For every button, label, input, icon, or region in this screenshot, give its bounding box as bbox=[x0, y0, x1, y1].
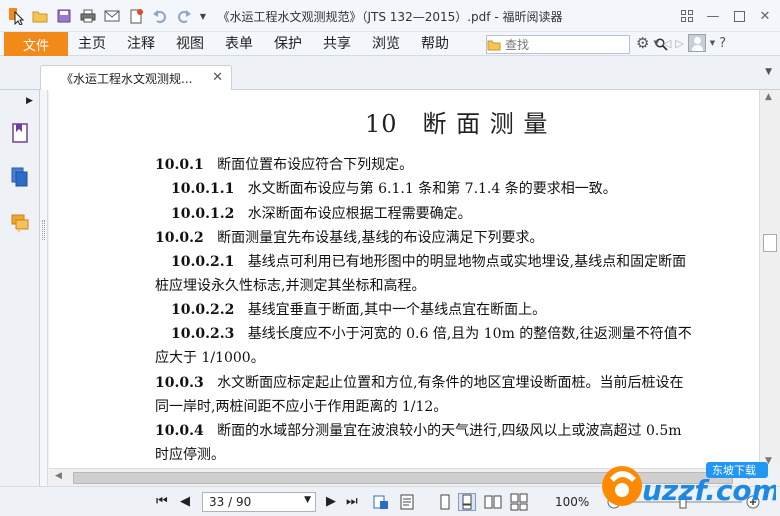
clause-text: 水文断面应标定起止位置和方位,有条件的地区宜埋设断面桩。当前后桩设在 bbox=[217, 375, 684, 391]
close-icon[interactable]: ✕ bbox=[754, 6, 776, 26]
window-title: 《水运工程水文观测规范》（JTS 132—2015）.pdf - 福昕阅读器 bbox=[217, 10, 563, 24]
grid-view-icon[interactable] bbox=[676, 6, 698, 26]
first-page-icon[interactable]: ⏮ bbox=[156, 494, 168, 509]
document-tab[interactable]: 《水运工程水文观测规... ✕ bbox=[40, 65, 232, 91]
site-watermark: uzzf.com 东坡下载 bbox=[596, 448, 780, 514]
facing-page-icon[interactable] bbox=[484, 493, 502, 511]
help-icon[interactable]: ? bbox=[719, 36, 726, 51]
menu-form[interactable]: 表单 bbox=[225, 32, 253, 56]
clause-text: 基线宜垂直于断面,其中一个基线点宜在断面上。 bbox=[247, 302, 547, 318]
clause-text: 断面的水域部分测量宜在波浪较小的天气进行,四级风以上或波高超过 0.5m bbox=[217, 423, 682, 439]
clause-text: 水文断面布设应与第 6.1.1 条和第 7.1.4 条的要求相一致。 bbox=[247, 181, 617, 197]
clause-line: 10.0.2.2 基线宜垂直于断面,其中一个基线点宜在断面上。 bbox=[171, 299, 546, 319]
clause-line: 10.0.2.1 基线点可利用已有地形图中的明显地物点或实地埋设,基线点和固定断… bbox=[171, 251, 686, 271]
reflow-icon[interactable] bbox=[398, 493, 416, 511]
previous-page-icon[interactable]: ◀ bbox=[180, 494, 190, 509]
clause-number: 10.0.1 bbox=[155, 157, 204, 173]
avatar-icon[interactable] bbox=[687, 34, 706, 52]
menu-comment[interactable]: 注释 bbox=[127, 32, 155, 56]
continuous-facing-icon[interactable] bbox=[510, 493, 528, 511]
scroll-left-icon[interactable]: ◀ bbox=[55, 471, 62, 481]
clause-number: 10.0.2.2 bbox=[171, 302, 235, 318]
clause-line: 10.0.1.1 水文断面布设应与第 6.1.1 条和第 7.1.4 条的要求相… bbox=[171, 178, 617, 198]
clause-text: 应大于 1/1000。 bbox=[155, 350, 265, 366]
clause-line: 10.0.1 断面位置布设应符合下列规定。 bbox=[155, 154, 413, 174]
document-page: 10 断 面 测 量 10.0.1 断面位置布设应符合下列规定。 10.0.1.… bbox=[49, 90, 759, 468]
settings-dropdown-icon[interactable]: ▼ bbox=[653, 39, 658, 47]
next-page-icon[interactable]: ▶ bbox=[326, 494, 336, 509]
clause-text: 基线点可利用已有地形图中的明显地物点或实地埋设,基线点和固定断面 bbox=[247, 254, 687, 270]
file-menu[interactable]: 文件 bbox=[4, 32, 68, 56]
bookmark-panel-icon[interactable] bbox=[10, 122, 32, 144]
clause-line: 10.0.2.3 基线长度应不小于河宽的 0.6 倍,且为 10m 的整倍数,往… bbox=[171, 323, 692, 343]
chapter-title: 10 断 面 测 量 bbox=[365, 110, 549, 138]
clause-text: 基线长度应不小于河宽的 0.6 倍,且为 10m 的整倍数,往返测量不符值不 bbox=[247, 326, 692, 342]
vertical-scrollbar[interactable]: ▲ ▼ bbox=[759, 90, 780, 468]
clause-line-cont: 时应停测。 bbox=[155, 444, 225, 464]
search-input[interactable] bbox=[501, 36, 655, 53]
clause-line: 10.0.2 断面测量宜先布设基线,基线的布设应满足下列要求。 bbox=[155, 227, 544, 247]
toolbar-right: ⚙ ▼ ◁ ▷ ▼ ? bbox=[636, 34, 726, 52]
clause-line-cont: 桩应埋设永久性标志,并测定其坐标和高程。 bbox=[155, 275, 425, 295]
restore-icon[interactable] bbox=[728, 6, 750, 26]
expand-panel-icon[interactable]: ▶ bbox=[26, 96, 33, 106]
next-icon[interactable]: ▷ bbox=[675, 37, 683, 50]
find-folder-icon bbox=[487, 36, 501, 53]
clause-number: 10.0.1.1 bbox=[171, 181, 235, 197]
vertical-scroll-thumb[interactable] bbox=[763, 234, 777, 252]
page-number-value: 33 / 90 bbox=[209, 495, 252, 509]
settings-icon[interactable]: ⚙ bbox=[636, 34, 649, 52]
close-tab-icon[interactable]: ✕ bbox=[212, 70, 223, 85]
avatar-dropdown-icon[interactable]: ▼ bbox=[710, 39, 715, 47]
document-tab-bar: 《水运工程水文观测规... ✕ ▼ bbox=[0, 57, 780, 91]
clause-text: 水深断面布设应根据工程需要确定。 bbox=[247, 206, 472, 222]
last-page-icon[interactable]: ⏭ bbox=[346, 494, 358, 509]
search-box bbox=[486, 35, 668, 54]
navigation-panel: ▶ bbox=[0, 90, 40, 486]
clause-number: 10.0.2 bbox=[155, 230, 204, 246]
clause-text: 断面测量宜先布设基线,基线的布设应满足下列要求。 bbox=[217, 230, 544, 246]
clause-text: 桩应埋设永久性标志,并测定其坐标和高程。 bbox=[155, 278, 426, 294]
zoom-level[interactable]: 100% bbox=[555, 495, 589, 509]
continuous-page-icon[interactable] bbox=[458, 493, 476, 511]
clause-line: 10.0.4 断面的水域部分测量宜在波浪较小的天气进行,四级风以上或波高超过 0… bbox=[155, 420, 682, 440]
svg-text:uzzf.com: uzzf.com bbox=[642, 474, 776, 507]
comments-panel-icon[interactable] bbox=[10, 212, 32, 234]
clause-number: 10.0.2.1 bbox=[171, 254, 235, 270]
page-number-field[interactable]: 33 / 90 ▼ bbox=[202, 492, 316, 512]
menu-protect[interactable]: 保护 bbox=[274, 32, 302, 56]
clause-text: 断面位置布设应符合下列规定。 bbox=[217, 157, 414, 173]
pages-panel-icon[interactable] bbox=[10, 166, 32, 188]
prev-icon[interactable]: ◁ bbox=[663, 37, 671, 50]
menu-home[interactable]: 主页 bbox=[78, 32, 106, 56]
panel-splitter[interactable] bbox=[40, 90, 48, 486]
clause-number: 10.0.1.2 bbox=[171, 206, 235, 222]
menu-bar: 文件 主页 注释 视图 表单 保护 共享 浏览 帮助 ⚙ ▼ ◁ ▷ bbox=[0, 32, 780, 56]
clause-line: 10.0.1.2 水深断面布设应根据工程需要确定。 bbox=[171, 203, 472, 223]
minimize-icon[interactable]: — bbox=[702, 6, 724, 26]
title-bar: ▼ 《水运工程水文观测规范》（JTS 132—2015）.pdf - 福昕阅读器… bbox=[0, 0, 780, 32]
clause-number: 10.0.2.3 bbox=[171, 326, 235, 342]
ribbon-tabs: 主页 注释 视图 表单 保护 共享 浏览 帮助 bbox=[78, 32, 470, 56]
clause-text: 同一岸时,两桩间距不应小于作用距离的 1/12。 bbox=[155, 399, 448, 415]
tab-list-icon[interactable]: ▼ bbox=[765, 67, 772, 77]
clause-number: 10.0.4 bbox=[155, 423, 204, 439]
menu-share[interactable]: 共享 bbox=[323, 32, 351, 56]
window-controls: — ✕ bbox=[676, 6, 776, 26]
page-dropdown-icon[interactable]: ▼ bbox=[304, 495, 311, 505]
document-tab-label: 《水运工程水文观测规... bbox=[61, 72, 193, 86]
single-page-icon[interactable] bbox=[436, 493, 454, 511]
clause-line-cont: 应大于 1/1000。 bbox=[155, 347, 265, 367]
svg-text:东坡下载: 东坡下载 bbox=[712, 464, 756, 477]
fit-page-icon[interactable] bbox=[372, 493, 390, 511]
clause-line: 10.0.3 水文断面应标定起止位置和方位,有条件的地区宜埋设断面桩。当前后桩设… bbox=[155, 372, 684, 392]
app-window: ▼ 《水运工程水文观测规范》（JTS 132—2015）.pdf - 福昕阅读器… bbox=[0, 0, 780, 516]
menu-view[interactable]: 视图 bbox=[176, 32, 204, 56]
scroll-up-icon[interactable]: ▲ bbox=[765, 92, 772, 102]
menu-help[interactable]: 帮助 bbox=[421, 32, 449, 56]
clause-text: 时应停测。 bbox=[155, 447, 225, 463]
menu-browse[interactable]: 浏览 bbox=[372, 32, 400, 56]
clause-line-cont: 同一岸时,两桩间距不应小于作用距离的 1/12。 bbox=[155, 396, 447, 416]
clause-number: 10.0.3 bbox=[155, 375, 204, 391]
